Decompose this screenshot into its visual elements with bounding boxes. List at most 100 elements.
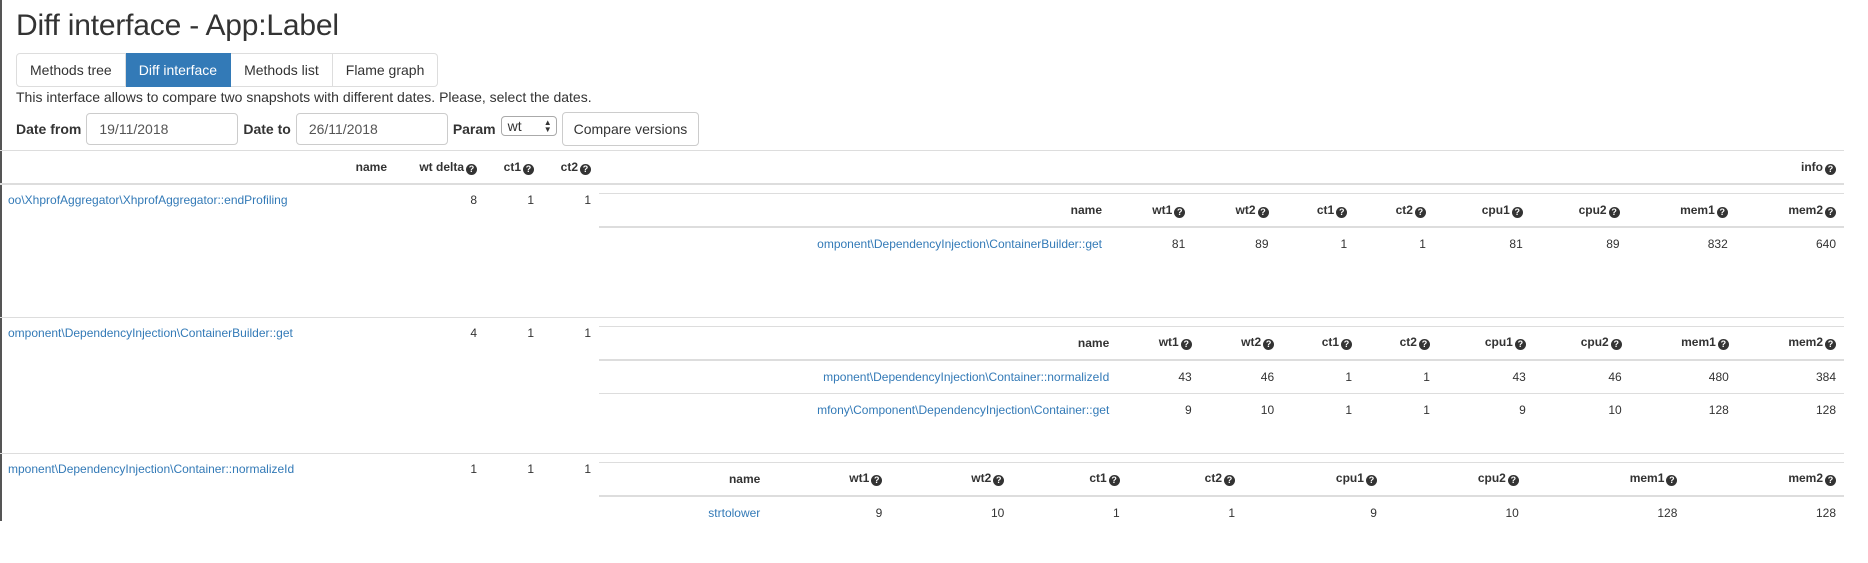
question-circle-icon[interactable]: ? [1174,206,1186,218]
question-circle-icon[interactable]: ? [1666,475,1678,486]
child-value-cpu2: 10 [1533,392,1630,426]
ct1-cell: 1 [485,316,542,453]
child-calls-header: name wt1? wt2? ct1? ct2? cpu1? cpu2? mem1? mem2? [599,461,1844,497]
child-value-cpu1: 9 [1370,505,1377,520]
child-col-header-name: name [599,461,769,497]
question-circle-icon[interactable]: ? [1717,339,1729,350]
row-name-cell: omponent\DependencyInjection\ContainerBu… [0,316,395,453]
question-circle-icon[interactable]: ? [580,163,591,175]
child-col-header-wt1: wt1? [768,461,891,497]
child-col-header-cpu1: cpu1? [1433,193,1531,228]
question-circle-icon[interactable]: ? [466,163,477,175]
question-circle-icon[interactable]: ? [1514,339,1526,350]
child-col-header-wt1: wt1? [1110,193,1194,228]
question-circle-icon[interactable]: ? [1418,339,1430,350]
date-from-label: Date from [16,121,82,137]
question-circle-icon[interactable]: ? [1610,339,1622,350]
question-circle-icon[interactable]: ? [1341,339,1353,350]
question-circle-icon[interactable]: ? [1825,475,1836,486]
child-col-header-wt2: wt2? [1199,325,1283,361]
question-circle-icon[interactable]: ? [1825,163,1836,175]
ct2-cell: 1 [542,316,599,453]
col-header-ct1: ct1? [485,150,542,185]
method-link[interactable]: omponent\DependencyInjection\ContainerBu… [8,326,293,340]
child-value-mem2: 384 [1815,369,1836,384]
child-value-cpu2: 46 [1608,369,1622,384]
question-circle-icon[interactable]: ? [1257,206,1269,218]
method-link[interactable]: oo\XhprofAggregator\XhprofAggregator::en… [8,193,288,207]
page-title: Diff interface - App:Label [16,9,339,42]
child-method-link[interactable]: strtolower [708,506,760,520]
date-to-input[interactable] [295,113,448,145]
question-circle-icon[interactable]: ? [523,163,534,175]
child-method-link[interactable]: mfony\Component\DependencyInjection\Cont… [817,403,1109,417]
child-call-row: strtolower 9 10 1 1 9 10 128 128 [599,496,1844,529]
param-select[interactable]: wt ▲ ▼ [500,116,557,136]
wt-delta-cell: 4 [395,316,485,453]
child-call-row: mfony\Component\DependencyInjection\Cont… [599,392,1844,426]
child-col-header-ct1: ct1? [1276,193,1356,228]
question-circle-icon[interactable]: ? [1716,206,1728,218]
child-col-header-wt2: wt2? [890,461,1013,497]
question-circle-icon[interactable]: ? [1825,339,1836,350]
child-value-cpu2: 10 [1505,505,1519,520]
child-value-wt1: 43 [1178,369,1192,384]
question-circle-icon[interactable]: ? [1263,339,1275,350]
child-col-header-wt2: wt2? [1193,193,1277,228]
child-method-link[interactable]: omponent\DependencyInjection\ContainerBu… [817,237,1102,251]
tab-methods-list[interactable]: Methods list [231,53,333,87]
diff-table-header: name wt delta? ct1? ct2? info? [0,150,1844,185]
child-name-cell: strtolower [599,496,768,529]
child-calls-table: name wt1? wt2? ct1? ct2? cpu1? cpu2? mem1? mem2?… [599,461,1844,529]
ct2-cell: 1 [542,452,599,563]
question-circle-icon[interactable]: ? [1180,339,1192,350]
child-col-header-mem1: mem1? [1526,461,1686,497]
diff-table-row: omponent\DependencyInjection\ContainerBu… [0,316,1844,453]
param-select-value: wt [507,118,522,134]
wt-delta-cell: 1 [395,452,485,563]
tab-flame-graph[interactable]: Flame graph [332,53,439,87]
child-value-wt2: 46 [1260,369,1275,384]
param-label: Param [452,121,496,137]
child-col-header-mem1: mem1? [1627,193,1736,228]
child-col-header-cpu2: cpu2? [1533,325,1630,361]
col-header-ct2: ct2? [542,150,599,185]
child-method-link[interactable]: mponent\DependencyInjection\Container::n… [823,370,1109,384]
child-calls-header: name wt1? wt2? ct1? ct2? cpu1? cpu2? mem1? mem2? [599,193,1844,228]
question-circle-icon[interactable]: ? [993,475,1005,486]
child-col-header-mem1: mem1? [1629,325,1737,361]
tab-diff-interface[interactable]: Diff interface [125,53,232,87]
child-call-row: omponent\DependencyInjection\ContainerBu… [599,227,1844,260]
child-value-mem2: 640 [1815,237,1836,251]
page: Diff interface - App:Label Methods tree … [16,0,1860,147]
question-circle-icon[interactable]: ? [871,475,883,486]
question-circle-icon[interactable]: ? [1108,475,1120,486]
child-col-header-mem2: mem2? [1736,325,1844,361]
question-circle-icon[interactable]: ? [1608,206,1620,218]
question-circle-icon[interactable]: ? [1336,206,1348,218]
compare-versions-button[interactable]: Compare versions [561,112,700,146]
child-value-mem2: 128 [1736,392,1844,426]
child-value-cpu1: 9 [1437,392,1534,426]
child-col-header-cpu2: cpu2? [1384,461,1527,497]
child-col-header-ct1: ct1? [1012,461,1128,497]
child-value-wt2: 10 [1199,392,1283,426]
child-col-header-ct2: ct2? [1127,461,1244,497]
question-circle-icon[interactable]: ? [1224,475,1236,486]
child-value-ct1: 1 [1282,392,1361,426]
date-from-input[interactable] [86,113,239,145]
question-circle-icon[interactable]: ? [1511,206,1523,218]
child-value-ct1: 1 [1340,237,1348,251]
question-circle-icon[interactable]: ? [1365,475,1377,486]
row-name-cell: mponent\DependencyInjection\Container::n… [0,452,395,563]
question-circle-icon[interactable]: ? [1507,475,1519,486]
compare-form: Date from Date to Param wt ▲▼ Compare ve… [16,111,1860,147]
child-value-cpu1: 43 [1512,369,1526,384]
question-circle-icon[interactable]: ? [1825,206,1836,218]
question-circle-icon[interactable]: ? [1414,206,1426,218]
info-cell: name wt1? wt2? ct1? ct2? cpu1? cpu2? mem1? mem2?… [599,183,1844,317]
tab-methods-tree[interactable]: Methods tree [16,53,126,87]
child-value-wt2: 10 [990,505,1005,520]
method-link[interactable]: mponent\DependencyInjection\Container::n… [8,462,294,476]
child-value-cpu2: 89 [1606,237,1620,251]
